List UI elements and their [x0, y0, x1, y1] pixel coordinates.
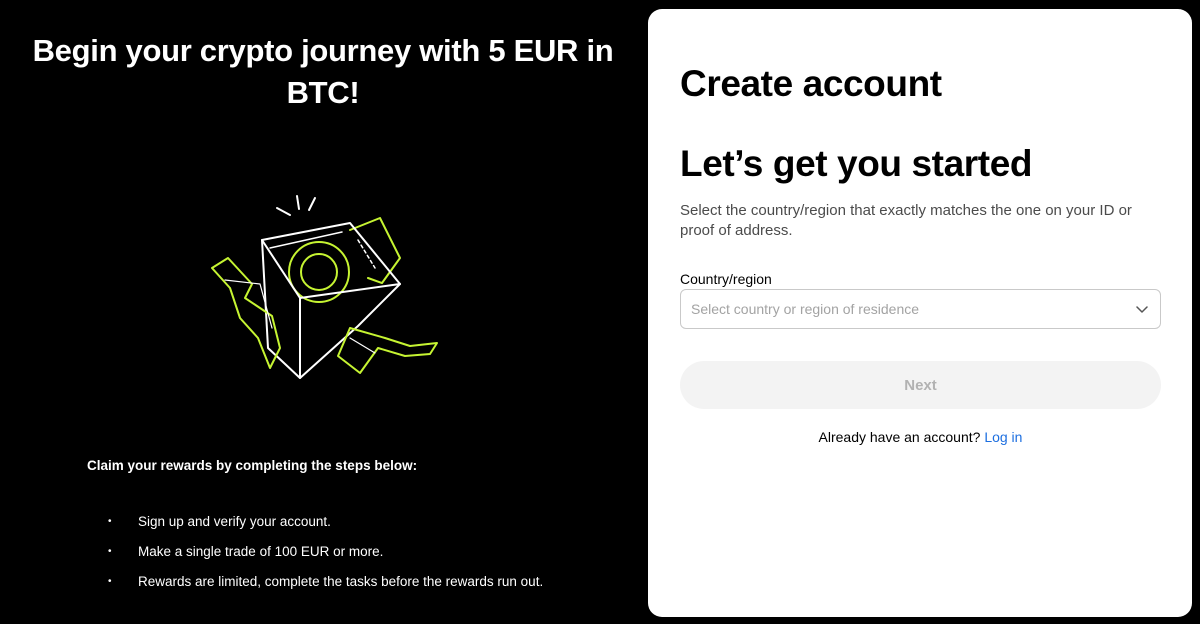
bullet-icon: • — [108, 575, 112, 587]
signup-card: Create account Let’s get you started Sel… — [648, 9, 1192, 617]
country-select[interactable]: Select country or region of residence — [680, 289, 1161, 329]
steps-list: • Sign up and verify your account. • Mak… — [108, 506, 543, 596]
bullet-icon: • — [108, 515, 112, 527]
chevron-down-icon — [1136, 306, 1148, 313]
step-text: Make a single trade of 100 EUR or more. — [138, 543, 384, 559]
form-subtitle: Let’s get you started — [680, 143, 1033, 184]
promo-panel: Begin your crypto journey with 5 EUR in … — [0, 0, 646, 624]
bullet-icon: • — [108, 545, 112, 557]
login-prompt: Already have an account? — [818, 429, 981, 445]
login-row: Already have an account? Log in — [680, 429, 1161, 445]
step-text: Rewards are limited, complete the tasks … — [138, 573, 544, 589]
form-description: Select the country/region that exactly m… — [680, 202, 1132, 239]
country-select-placeholder: Select country or region of residence — [691, 301, 920, 317]
country-label: Country/region — [680, 271, 772, 287]
promo-title: Begin your crypto journey with 5 EUR in … — [32, 33, 614, 110]
list-item: • Make a single trade of 100 EUR or more… — [108, 536, 543, 566]
gift-box-with-coin-icon — [211, 195, 438, 379]
page-title: Create account — [680, 63, 942, 104]
step-text: Sign up and verify your account. — [138, 513, 331, 529]
login-link[interactable]: Log in — [984, 429, 1022, 445]
list-item: • Sign up and verify your account. — [108, 506, 543, 536]
next-button[interactable]: Next — [680, 361, 1161, 409]
list-item: • Rewards are limited, complete the task… — [108, 566, 543, 596]
signup-page: Begin your crypto journey with 5 EUR in … — [0, 0, 1200, 624]
steps-heading: Claim your rewards by completing the ste… — [87, 458, 418, 473]
